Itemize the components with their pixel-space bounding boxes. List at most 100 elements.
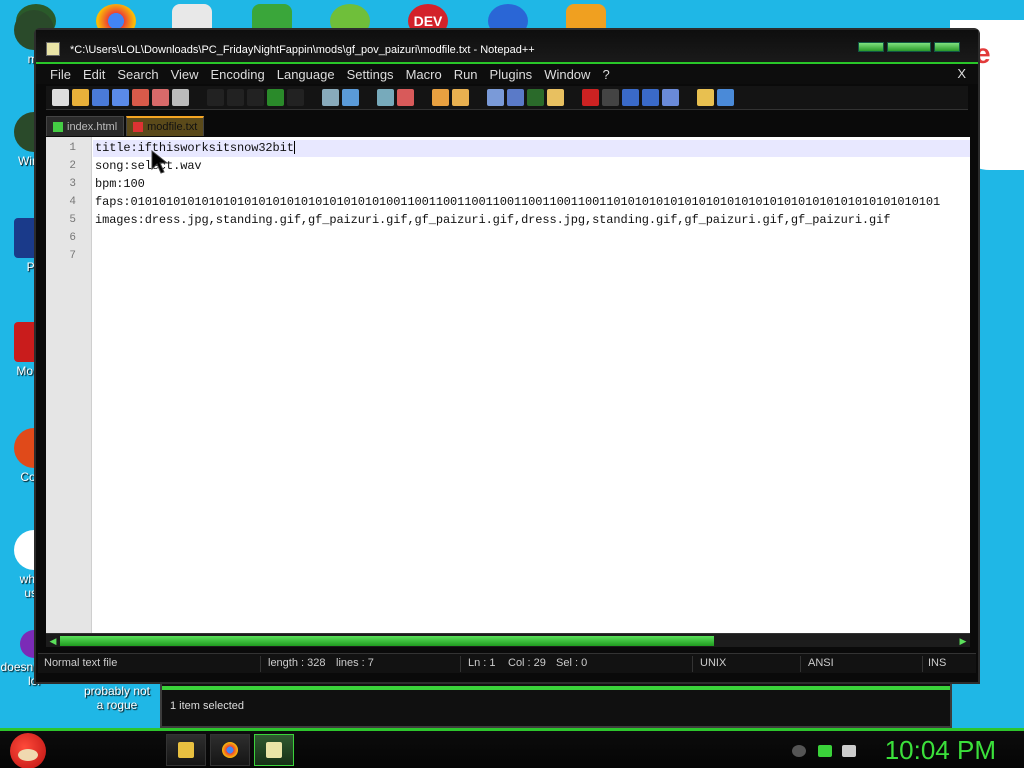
notepad-app-icon <box>46 42 60 56</box>
tab-modfile-txt[interactable]: modfile.txt <box>126 116 205 136</box>
folder-workspace-icon[interactable] <box>697 89 714 106</box>
toolbar-separator <box>307 89 319 106</box>
record-macro-icon[interactable] <box>582 89 599 106</box>
code-line: bpm:100 <box>95 177 145 191</box>
start-button[interactable] <box>10 733 46 768</box>
menu-encoding[interactable]: Encoding <box>205 67 271 82</box>
menu-macro[interactable]: Macro <box>400 67 448 82</box>
close-all-icon[interactable] <box>152 89 169 106</box>
sync-vertical-icon[interactable] <box>432 89 449 106</box>
stop-macro-icon[interactable] <box>602 89 619 106</box>
menu-file[interactable]: File <box>36 67 77 82</box>
redo-icon[interactable] <box>287 89 304 106</box>
line-number: 2 <box>69 160 76 172</box>
code-line: song:select.wav <box>95 159 202 173</box>
status-selection: Sel : 0 <box>556 657 588 669</box>
menu-run[interactable]: Run <box>448 67 484 82</box>
code-line: images:dress.jpg,standing.gif,gf_paizuri… <box>95 213 891 227</box>
taskbar-chrome-button[interactable] <box>210 734 250 766</box>
explorer-accent-bar <box>162 686 950 690</box>
word-wrap-icon[interactable] <box>487 89 504 106</box>
title-bar[interactable]: *C:\Users\LOL\Downloads\PC_FridayNightFa… <box>36 30 978 64</box>
menu-language[interactable]: Language <box>271 67 341 82</box>
menu-bar: File Edit Search View Encoding Language … <box>36 64 978 84</box>
status-divider <box>260 656 261 672</box>
line-number: 6 <box>69 232 76 244</box>
tab-label: modfile.txt <box>147 121 198 133</box>
find-icon[interactable] <box>322 89 339 106</box>
cut-icon[interactable] <box>207 89 224 106</box>
volume-icon[interactable] <box>842 745 856 757</box>
menu-view[interactable]: View <box>165 67 205 82</box>
taskbar-notepad-button[interactable] <box>254 734 294 766</box>
horizontal-scrollbar[interactable]: ◀ ▶ <box>46 633 970 647</box>
print-icon[interactable] <box>172 89 189 106</box>
menu-plugins[interactable]: Plugins <box>484 67 539 82</box>
taskbar-explorer-button[interactable] <box>166 734 206 766</box>
maximize-button[interactable] <box>887 42 931 52</box>
replace-icon[interactable] <box>342 89 359 106</box>
menu-search[interactable]: Search <box>111 67 164 82</box>
code-line: title:ifthisworksitsnow32bit <box>95 141 295 155</box>
undo-icon[interactable] <box>267 89 284 106</box>
run-macro-multiple-icon[interactable] <box>642 89 659 106</box>
status-line-number: Ln : 1 <box>468 657 496 669</box>
network-icon[interactable] <box>818 745 832 757</box>
menu-edit[interactable]: Edit <box>77 67 111 82</box>
status-file-type: Normal text file <box>44 657 118 669</box>
tab-label: index.html <box>67 120 118 133</box>
save-icon[interactable] <box>92 89 109 106</box>
open-file-icon[interactable] <box>72 89 89 106</box>
status-encoding: ANSI <box>808 657 834 669</box>
show-all-chars-icon[interactable] <box>507 89 524 106</box>
paste-icon[interactable] <box>247 89 264 106</box>
code-line: faps:01010101010101010101010101010101010… <box>95 195 941 209</box>
sync-horizontal-icon[interactable] <box>452 89 469 106</box>
status-insert-mode: INS <box>928 657 947 669</box>
spell-check-icon[interactable] <box>717 89 734 106</box>
text-editor[interactable]: 1 2 3 4 5 6 7 title:ifthisworksitsnow32b… <box>46 137 970 633</box>
menu-help[interactable]: ? <box>596 67 615 82</box>
tray-expand-icon[interactable] <box>792 745 806 757</box>
toolbar <box>46 86 968 110</box>
chrome-icon <box>222 742 238 758</box>
toolbar-separator <box>417 89 429 106</box>
background-explorer-window[interactable]: 1 item selected <box>160 680 952 728</box>
close-window-button[interactable] <box>934 42 960 52</box>
save-macro-icon[interactable] <box>662 89 679 106</box>
user-language-icon[interactable] <box>547 89 564 106</box>
mouse-cursor-icon <box>151 149 169 174</box>
taskbar: 10:04 PM <box>0 728 1024 768</box>
folder-icon <box>178 742 194 758</box>
copy-icon[interactable] <box>227 89 244 106</box>
play-macro-icon[interactable] <box>622 89 639 106</box>
save-all-icon[interactable] <box>112 89 129 106</box>
menu-window[interactable]: Window <box>538 67 596 82</box>
menu-settings[interactable]: Settings <box>341 67 400 82</box>
scrollbar-thumb[interactable] <box>60 636 714 646</box>
document-tabs: index.html modfile.txt <box>46 116 205 136</box>
notepad-plus-plus-window[interactable]: *C:\Users\LOL\Downloads\PC_FridayNightFa… <box>34 28 980 684</box>
line-number: 3 <box>69 178 76 190</box>
window-controls <box>858 42 960 52</box>
notepad-icon <box>266 742 282 758</box>
tab-index-html[interactable]: index.html <box>46 116 125 136</box>
status-divider <box>800 656 801 672</box>
scroll-right-icon[interactable]: ▶ <box>957 635 969 647</box>
explorer-status: 1 item selected <box>170 700 244 712</box>
scroll-left-icon[interactable]: ◀ <box>47 635 59 647</box>
desktop-icon-label: probably not a rogue <box>83 684 151 712</box>
line-number: 7 <box>69 250 76 262</box>
desktop-icon-probably-not[interactable]: probably not a rogue <box>80 684 154 712</box>
status-column: Col : 29 <box>508 657 546 669</box>
close-document-button[interactable]: X <box>957 66 966 81</box>
status-length: length : 328 <box>268 657 326 669</box>
taskbar-clock[interactable]: 10:04 PM <box>885 735 996 766</box>
zoom-out-icon[interactable] <box>397 89 414 106</box>
minimize-button[interactable] <box>858 42 884 52</box>
toolbar-separator <box>682 89 694 106</box>
zoom-in-icon[interactable] <box>377 89 394 106</box>
indent-guide-icon[interactable] <box>527 89 544 106</box>
new-file-icon[interactable] <box>52 89 69 106</box>
close-icon[interactable] <box>132 89 149 106</box>
